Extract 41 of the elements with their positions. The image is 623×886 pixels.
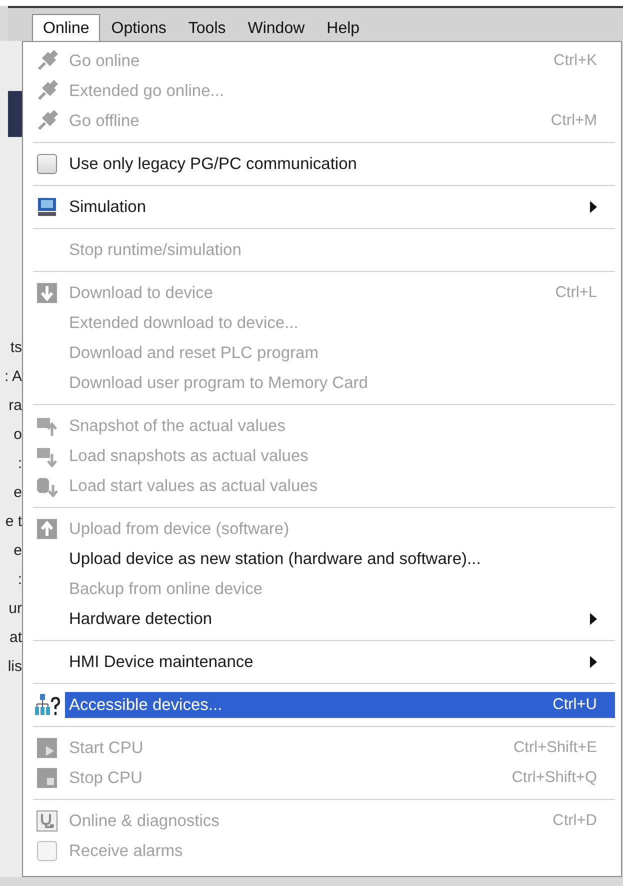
background-text: ra: [8, 399, 22, 413]
background-panel: [8, 91, 22, 137]
plug-icon: [36, 80, 58, 102]
checkbox[interactable]: [37, 154, 57, 174]
menu-bar-item[interactable]: Options: [100, 14, 178, 43]
plug-icon: [36, 110, 58, 132]
background-text: :: [18, 573, 22, 587]
background-text: e: [14, 486, 22, 500]
submenu-arrow-icon: [590, 201, 597, 213]
camera-arrow-icon: [36, 415, 58, 437]
background-text: e: [14, 544, 22, 558]
menu-item[interactable]: Use only legacy PG/PC communication: [65, 151, 615, 177]
menu-item[interactable]: Simulation: [65, 194, 615, 220]
background-text: lis: [8, 660, 22, 674]
menu-item[interactable]: Hardware detection: [65, 606, 615, 632]
plug-icon: [36, 50, 58, 72]
background-text: ur: [8, 602, 22, 616]
menu-bar-item[interactable]: Tools: [177, 14, 237, 43]
device-icon: [36, 737, 58, 759]
background-text: at: [9, 631, 22, 645]
device-icon: [36, 282, 58, 304]
database-arrow-icon: [36, 475, 58, 497]
network-question-icon: [34, 693, 60, 717]
menu-item[interactable]: Upload device as new station (hardware and software)...: [65, 546, 615, 572]
submenu-arrow-icon: [590, 613, 597, 625]
menu-bar-item[interactable]: Online: [32, 14, 100, 43]
background-text: :: [18, 457, 22, 471]
menu-item[interactable]: Accessible devices... Ctrl+U: [65, 692, 615, 718]
device-icon: [36, 518, 58, 540]
submenu-arrow-icon: [590, 656, 597, 668]
menu-item[interactable]: HMI Device maintenance: [65, 649, 615, 675]
stethoscope-icon: [36, 810, 58, 832]
device-icon: [36, 767, 58, 789]
menu-bar-item[interactable]: Help: [316, 14, 371, 43]
background-text: o: [14, 428, 22, 442]
monitor-icon: [36, 196, 58, 218]
background-text: ts: [10, 341, 22, 355]
camera-arrow-icon: [36, 445, 58, 467]
background-text: e t: [5, 515, 22, 529]
menu-bar-item[interactable]: Window: [236, 14, 316, 43]
background-text: : A: [4, 370, 22, 384]
